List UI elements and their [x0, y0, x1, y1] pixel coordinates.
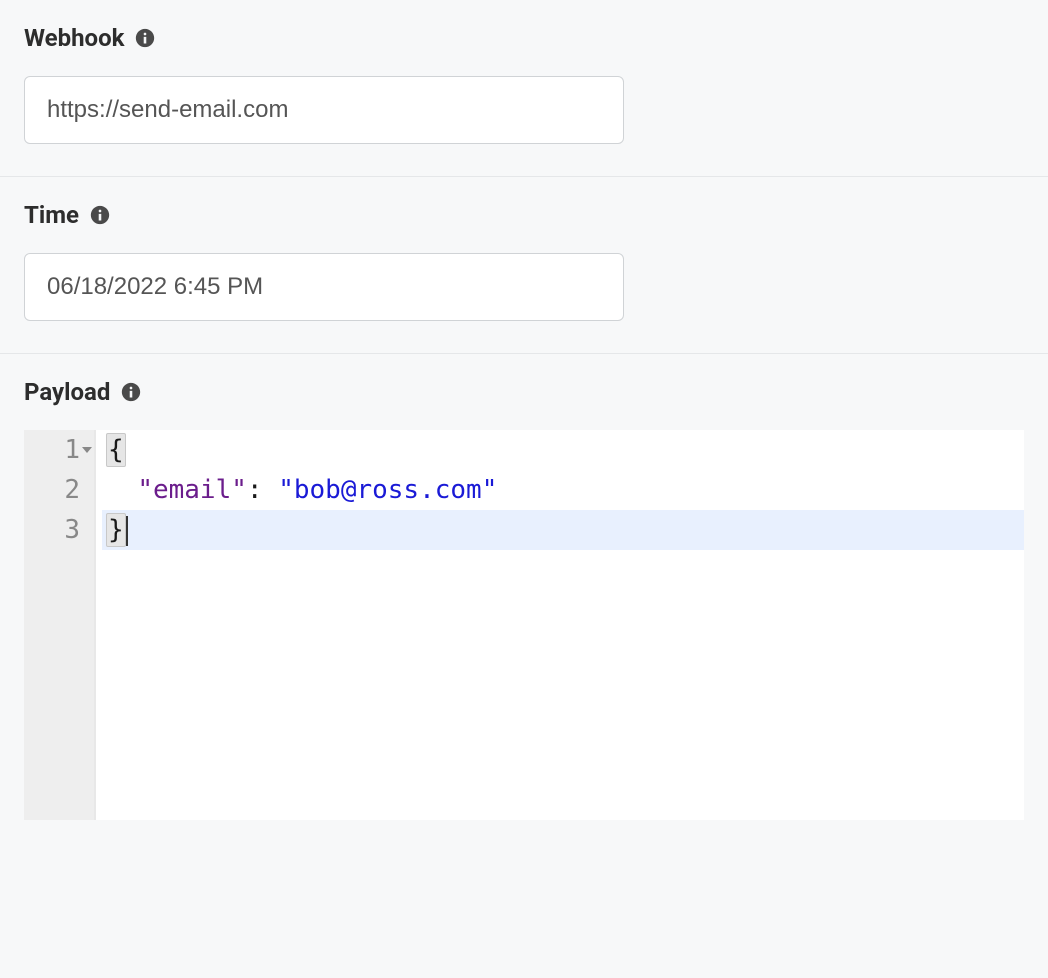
time-section: Time — [0, 177, 1048, 354]
info-icon[interactable] — [89, 204, 111, 226]
cursor — [126, 516, 128, 546]
webhook-input[interactable] — [24, 76, 624, 144]
fold-arrow-icon[interactable] — [82, 447, 92, 453]
webhook-label: Webhook — [24, 24, 124, 52]
line-number: 1 — [64, 435, 80, 465]
json-key: "email" — [137, 475, 247, 505]
code-line-active: } — [102, 510, 1024, 550]
webhook-section: Webhook — [0, 0, 1048, 177]
brace-open: { — [106, 433, 126, 467]
gutter-line: 1 — [46, 430, 80, 470]
line-number: 3 — [64, 515, 80, 545]
time-label: Time — [24, 201, 79, 229]
json-colon: : — [247, 475, 278, 505]
payload-editor[interactable]: 1 2 3 { "email": "bob@ross.com" } — [24, 430, 1024, 820]
webhook-label-row: Webhook — [24, 24, 1024, 52]
time-label-row: Time — [24, 201, 1024, 229]
brace-close: } — [106, 513, 126, 547]
code-line: { — [102, 430, 1024, 470]
payload-label: Payload — [24, 378, 110, 406]
editor-gutter: 1 2 3 — [24, 430, 94, 820]
info-icon[interactable] — [134, 27, 156, 49]
json-string: "bob@ross.com" — [278, 475, 497, 505]
code-area[interactable]: { "email": "bob@ross.com" } — [96, 430, 1024, 820]
line-number: 2 — [64, 475, 80, 505]
indent — [106, 470, 137, 510]
gutter-line: 2 — [46, 470, 80, 510]
payload-section: Payload 1 2 3 { "email": "bob@ross.com" … — [0, 354, 1048, 852]
gutter-line: 3 — [46, 510, 80, 550]
time-input[interactable] — [24, 253, 624, 321]
info-icon[interactable] — [120, 381, 142, 403]
payload-label-row: Payload — [24, 378, 1024, 406]
code-line: "email": "bob@ross.com" — [102, 470, 1024, 510]
